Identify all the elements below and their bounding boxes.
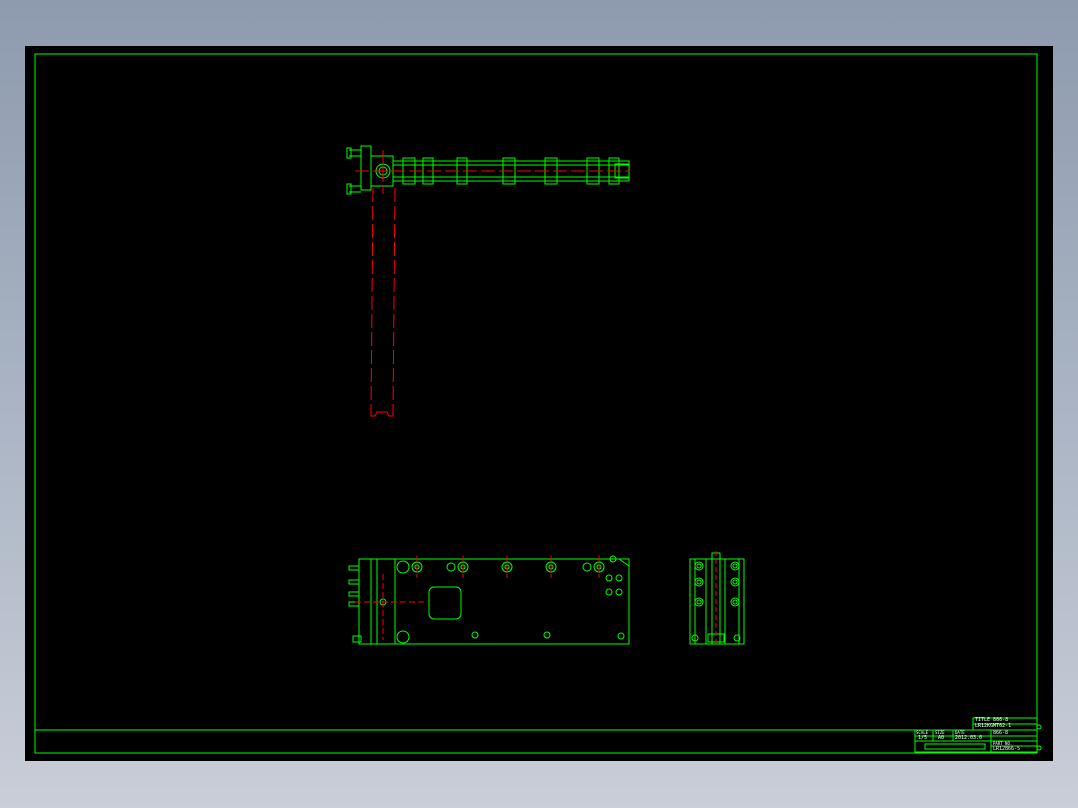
size-value: A0 (938, 735, 945, 741)
cad-drawing (34, 53, 1042, 754)
side-view (689, 552, 745, 645)
front-view (348, 555, 630, 645)
outer-frame (34, 53, 1038, 754)
drawing-number-text: LR12KGMT62-1 (975, 723, 1012, 729)
front-view-hidden (355, 556, 600, 640)
top-view-hidden (355, 150, 629, 417)
scale-value: 1/5 (918, 735, 928, 741)
part-label: 866-8 (993, 730, 1009, 736)
top-view (346, 145, 630, 195)
part-no-value: LR12866-5 (993, 746, 1021, 752)
date-value: 2012.03.0 (955, 735, 983, 741)
cad-viewport[interactable]: TITLE 866-8 LR12KGMT62-1 SCALE 1/5 SIZE … (25, 46, 1053, 761)
